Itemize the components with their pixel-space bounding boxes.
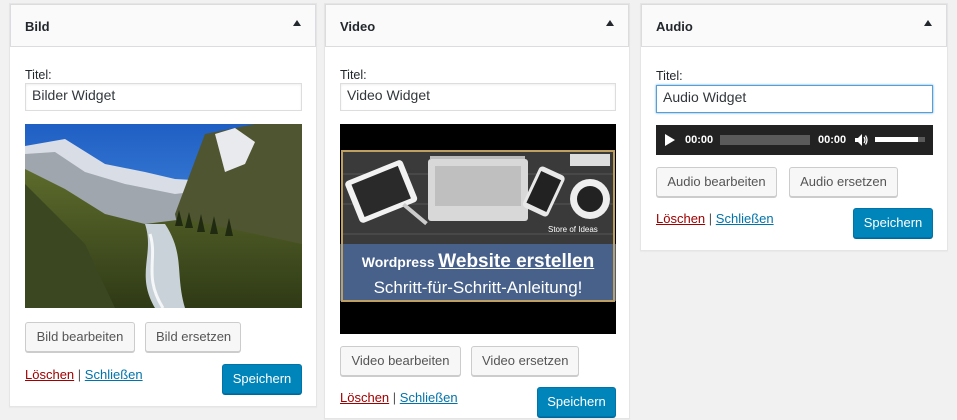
save-button[interactable]: Speichern — [222, 364, 302, 394]
volume-fill — [875, 137, 918, 142]
image-preview[interactable] — [25, 124, 302, 308]
audio-widget-header[interactable]: Audio — [641, 4, 947, 47]
link-separator: | — [392, 390, 397, 405]
close-link[interactable]: Schließen — [400, 390, 458, 405]
video-widget-links: Löschen | Schließen — [340, 390, 458, 405]
link-separator: | — [77, 367, 82, 382]
video-widget-header[interactable]: Video — [325, 4, 629, 47]
edit-audio-button[interactable]: Audio bearbeiten — [656, 167, 777, 197]
video-widget: Video Titel: Video Widget Store of Ideas… — [324, 3, 630, 419]
edit-image-button[interactable]: Bild bearbeiten — [25, 322, 135, 352]
volume-icon[interactable] — [855, 134, 869, 146]
video-title-input[interactable]: Video Widget — [340, 83, 616, 111]
audio-title-label: Titel: — [656, 69, 683, 83]
replace-image-button[interactable]: Bild ersetzen — [145, 322, 241, 352]
video-subline: Schritt-für-Schritt-Anleitung! — [373, 278, 583, 297]
image-title-input[interactable]: Bilder Widget — [25, 83, 302, 111]
video-preview[interactable]: Store of Ideas Wordpress Website erstell… — [340, 124, 616, 334]
delete-link[interactable]: Löschen — [656, 211, 705, 226]
collapse-arrow-icon[interactable] — [293, 20, 301, 26]
duration: 00:00 — [818, 134, 847, 146]
video-headline: Wordpress Website erstellen — [340, 251, 616, 273]
video-widget-title: Video — [340, 19, 376, 34]
image-title-label: Titel: — [25, 68, 52, 82]
audio-widget: Audio Titel: Audio Widget 00:00 00:00 Au… — [640, 3, 948, 251]
save-button[interactable]: Speichern — [537, 387, 616, 417]
replace-audio-button[interactable]: Audio ersetzen — [789, 167, 898, 197]
save-button[interactable]: Speichern — [853, 208, 933, 238]
video-headline-prefix: Wordpress — [361, 254, 435, 270]
image-widget-header[interactable]: Bild — [10, 4, 316, 47]
audio-title-input[interactable]: Audio Widget — [656, 85, 933, 113]
close-link[interactable]: Schließen — [85, 367, 143, 382]
volume-slider[interactable] — [875, 137, 925, 142]
audio-widget-title: Audio — [656, 19, 693, 34]
edit-video-button[interactable]: Video bearbeiten — [340, 346, 461, 376]
image-widget: Bild Titel: Bilder Widget Bild bearbeite… — [9, 3, 317, 407]
image-widget-title: Bild — [25, 19, 50, 34]
mountain-landscape-image — [25, 124, 302, 308]
audio-player[interactable]: 00:00 00:00 — [656, 125, 933, 155]
image-widget-links: Löschen | Schließen — [25, 367, 143, 382]
close-link[interactable]: Schließen — [716, 211, 774, 226]
audio-widget-links: Löschen | Schließen — [656, 211, 774, 226]
play-icon[interactable] — [664, 134, 676, 146]
video-headline-main: Website erstellen — [438, 251, 595, 272]
link-separator: | — [708, 211, 713, 226]
audio-progress-track[interactable] — [720, 135, 810, 145]
collapse-arrow-icon[interactable] — [606, 20, 614, 26]
delete-link[interactable]: Löschen — [25, 367, 74, 382]
video-title-label: Titel: — [340, 68, 367, 82]
collapse-arrow-icon[interactable] — [924, 20, 932, 26]
current-time: 00:00 — [685, 134, 714, 146]
replace-video-button[interactable]: Video ersetzen — [471, 346, 579, 376]
video-brand-text: Store of Ideas — [548, 225, 598, 234]
delete-link[interactable]: Löschen — [340, 390, 389, 405]
